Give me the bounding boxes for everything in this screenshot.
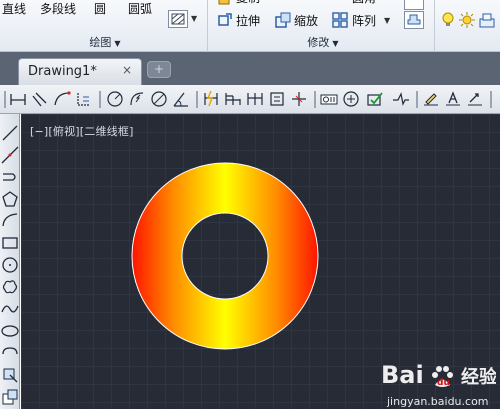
circle-button[interactable]: 圆 (94, 0, 106, 17)
modify-caption-arrow-icon: ▼ (332, 39, 339, 48)
dimension-space-icon[interactable] (268, 90, 286, 108)
line-button[interactable]: 直线 (2, 0, 26, 17)
svg-text:Bai: Bai (381, 361, 424, 389)
arc-button[interactable]: 圆弧 (128, 0, 152, 17)
tolerance-icon[interactable] (320, 90, 338, 108)
donut-shape[interactable] (130, 161, 320, 351)
dimension-toolbar (0, 85, 500, 114)
array-icon (332, 12, 348, 28)
draw-caption-arrow-icon: ▼ (114, 39, 121, 48)
dimension-edit-icon[interactable] (422, 90, 440, 108)
continue-dimension-icon[interactable] (246, 90, 264, 108)
lightbulb-icon[interactable] (441, 12, 455, 28)
new-tab-button[interactable]: + (147, 61, 171, 78)
toolbar-grip[interactable] (4, 91, 6, 108)
stretch-icon (218, 13, 232, 26)
ribbon: 直线 多段线 圆 圆弧 ▼ 绘图▼ 复制 拉伸 圆角 缩放 (0, 0, 500, 52)
tab-drawing1[interactable]: Drawing1* × (18, 58, 142, 85)
dimension-text-edit-icon[interactable] (444, 90, 462, 108)
line-icon[interactable] (1, 124, 19, 142)
arc-icon[interactable] (1, 212, 19, 230)
viewport-controls-label[interactable]: [−][俯视][二维线框] (30, 123, 134, 139)
hatch-icon (171, 13, 185, 25)
rectangle-icon[interactable] (1, 234, 19, 252)
diameter-dimension-icon[interactable] (150, 90, 168, 108)
ordinate-dimension-icon[interactable] (75, 90, 93, 108)
quick-dimension-icon[interactable] (202, 90, 220, 108)
fillet-button[interactable]: 圆角 (352, 0, 376, 6)
angular-dimension-icon[interactable] (172, 90, 190, 108)
svg-text:du: du (437, 378, 450, 388)
ribbon-layer-group (435, 0, 500, 52)
ribbon-modify-group: 复制 拉伸 圆角 缩放 阵列 ▼ 修改▼ (208, 0, 435, 52)
hatch-dropdown-icon[interactable]: ▼ (191, 14, 197, 23)
circle-icon[interactable] (1, 256, 19, 274)
toolbar-separator (416, 91, 418, 108)
plus-icon: + (153, 62, 165, 76)
watermark-url: jingyan.baidu.com (387, 395, 489, 408)
baseline-dimension-icon[interactable] (224, 90, 242, 108)
layer-lock-icon[interactable] (479, 12, 495, 28)
jogged-linear-icon[interactable] (392, 90, 410, 108)
radius-dimension-icon[interactable] (106, 90, 124, 108)
tab-close-icon[interactable]: × (122, 63, 132, 77)
insert-block-icon[interactable] (1, 366, 19, 384)
hatch-button[interactable] (168, 10, 188, 28)
scale-icon (275, 12, 291, 28)
sun-icon[interactable] (459, 12, 475, 28)
draw-group-caption[interactable]: 绘图 ▼ (60, 35, 150, 50)
dimension-break-icon[interactable] (290, 90, 308, 108)
toolbar-separator (490, 91, 492, 108)
move-icon[interactable] (217, 0, 231, 6)
make-block-icon[interactable] (1, 388, 19, 406)
linear-dimension-icon[interactable] (9, 90, 27, 108)
stamp-icon (407, 14, 421, 25)
jogged-dimension-icon[interactable] (128, 90, 146, 108)
stretch-button[interactable]: 拉伸 (236, 12, 260, 29)
ellipse-arc-icon[interactable] (1, 344, 19, 362)
modify-group-caption[interactable]: 修改 ▼ (283, 35, 363, 50)
toolbar-separator (99, 91, 101, 108)
inspect-dimension-icon[interactable] (366, 90, 384, 108)
copy-button[interactable]: 复制 (236, 0, 260, 6)
tab-title: Drawing1* (28, 64, 97, 79)
file-tab-bar: Drawing1* × + (0, 52, 500, 85)
draw-toolbar (0, 114, 20, 409)
scale-button[interactable]: 缩放 (294, 12, 318, 29)
revision-cloud-icon[interactable] (1, 278, 19, 296)
modify-top-button[interactable] (404, 0, 424, 10)
dimension-update-icon[interactable] (466, 90, 484, 108)
polyline-button[interactable]: 多段线 (40, 0, 76, 17)
array-button[interactable]: 阵列 (352, 12, 376, 29)
toolbar-separator (314, 91, 316, 108)
drawing-canvas[interactable]: [−][俯视][二维线框] Bai du 经验 jingyan.baidu.co… (21, 114, 500, 409)
arc-length-icon[interactable] (53, 90, 71, 108)
center-mark-icon[interactable] (342, 90, 360, 108)
toolbar-separator (196, 91, 198, 108)
polyline-icon[interactable] (1, 168, 19, 186)
array-dropdown-icon[interactable]: ▼ (384, 16, 390, 25)
polygon-icon[interactable] (1, 190, 19, 208)
ellipse-icon[interactable] (1, 322, 19, 340)
spline-icon[interactable] (1, 300, 19, 318)
ribbon-draw-group: 直线 多段线 圆 圆弧 ▼ 绘图 ▼ (0, 0, 207, 52)
donut-ring[interactable] (131, 162, 319, 350)
stamp-button[interactable] (404, 11, 424, 29)
svg-text:经验: 经验 (461, 366, 496, 388)
construction-line-icon[interactable] (1, 146, 19, 164)
aligned-dimension-icon[interactable] (31, 90, 49, 108)
